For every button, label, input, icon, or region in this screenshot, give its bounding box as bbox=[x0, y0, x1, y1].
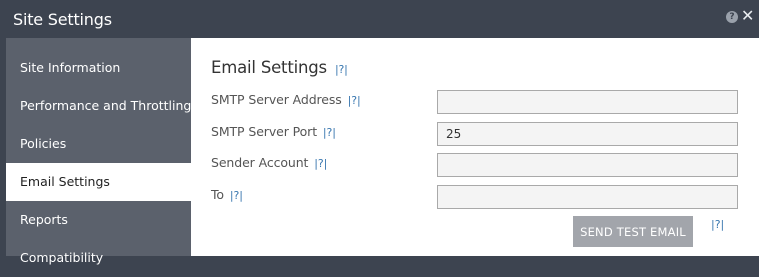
smtp-server-address-label: SMTP Server Address |?| bbox=[211, 92, 361, 107]
main-panel: Email Settings |?| SMTP Server Address |… bbox=[191, 38, 759, 256]
send-test-email-button[interactable]: SEND TEST EMAIL bbox=[573, 216, 693, 247]
close-icon[interactable]: ✕ bbox=[741, 6, 754, 25]
smtp-server-address-help-link[interactable]: |?| bbox=[348, 94, 361, 107]
help-icon[interactable]: ? bbox=[726, 11, 738, 23]
to-label: To |?| bbox=[211, 187, 243, 202]
smtp-server-address-input[interactable] bbox=[437, 90, 738, 114]
sender-account-help-link[interactable]: |?| bbox=[314, 157, 327, 170]
section-help-link[interactable]: |?| bbox=[335, 63, 348, 76]
sidebar-item-site-information[interactable]: Site Information bbox=[6, 49, 191, 87]
sidebar-item-compatibility[interactable]: Compatibility bbox=[6, 239, 191, 277]
smtp-server-port-input[interactable] bbox=[437, 122, 738, 146]
to-input[interactable] bbox=[437, 185, 738, 209]
sidebar-item-reports[interactable]: Reports bbox=[6, 201, 191, 239]
section-title-text: Email Settings bbox=[211, 58, 327, 77]
to-help-link[interactable]: |?| bbox=[230, 189, 243, 202]
smtp-server-port-label: SMTP Server Port |?| bbox=[211, 124, 336, 139]
to-label-text: To bbox=[211, 187, 224, 202]
smtp-server-port-help-link[interactable]: |?| bbox=[323, 126, 336, 139]
send-test-email-help-link[interactable]: |?| bbox=[711, 218, 724, 231]
sidebar-item-performance-and-throttling[interactable]: Performance and Throttling bbox=[6, 87, 191, 125]
smtp-server-port-label-text: SMTP Server Port bbox=[211, 124, 318, 139]
section-title: Email Settings |?| bbox=[211, 58, 348, 77]
sender-account-label-text: Sender Account bbox=[211, 155, 309, 170]
sender-account-input[interactable] bbox=[437, 153, 738, 177]
window-title: Site Settings bbox=[13, 10, 112, 29]
sender-account-label: Sender Account |?| bbox=[211, 155, 327, 170]
smtp-server-address-label-text: SMTP Server Address bbox=[211, 92, 342, 107]
sidebar-item-policies[interactable]: Policies bbox=[6, 125, 191, 163]
sidebar: Site Information Performance and Throttl… bbox=[6, 38, 191, 265]
sidebar-item-email-settings[interactable]: Email Settings bbox=[6, 163, 191, 201]
title-bar: Site Settings ? ✕ bbox=[0, 0, 759, 38]
